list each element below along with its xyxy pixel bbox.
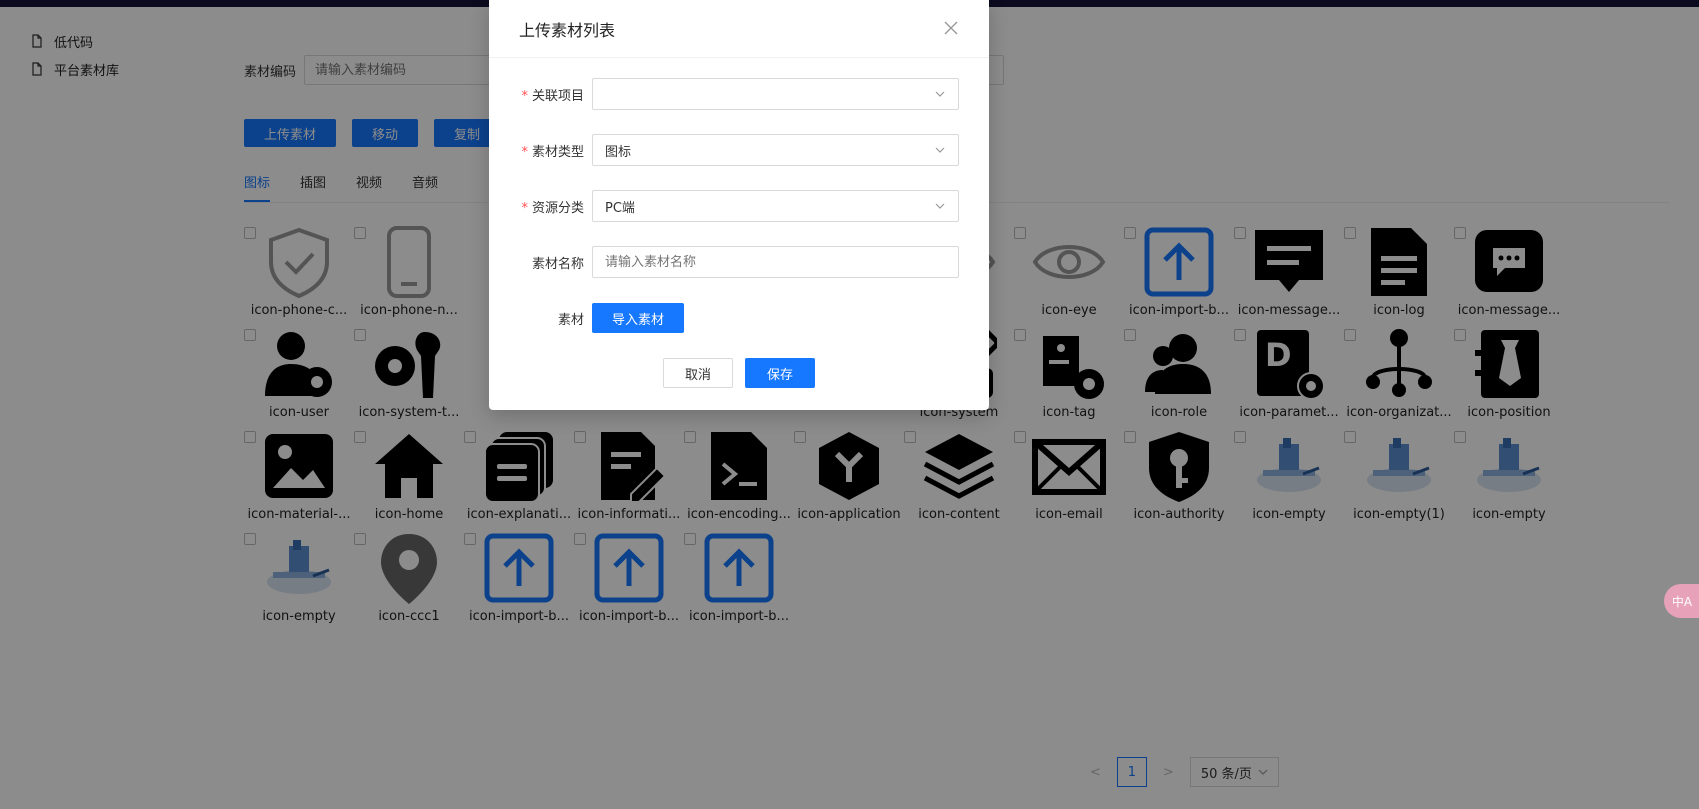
field-label: 素材名称 (531, 256, 584, 272)
field-label: 资源分类 (531, 200, 584, 216)
field-material-type: * 素材类型 图标 (489, 134, 989, 166)
project-select[interactable] (592, 78, 959, 110)
import-material-button[interactable]: 导入素材 (592, 303, 685, 333)
material-name-input[interactable] (592, 246, 959, 278)
required-mark: * (521, 144, 528, 160)
field-material-name: 素材名称 (489, 246, 989, 278)
resource-category-value: PC端 (605, 200, 635, 216)
chevron-down-icon (935, 91, 945, 97)
material-type-select[interactable]: 图标 (592, 134, 959, 166)
dialog-title: 上传素材列表 (519, 20, 616, 40)
save-button[interactable]: 保存 (745, 358, 815, 388)
field-resource-category: * 资源分类 PC端 (489, 190, 989, 222)
required-mark: * (521, 200, 528, 216)
field-project: * 关联项目 (489, 78, 989, 110)
material-type-value: 图标 (605, 144, 632, 160)
close-icon[interactable] (943, 20, 959, 36)
upload-dialog: 上传素材列表 *关联项目 *素材类型 图标 *资源分类 PC端 素材名称 素材 … (489, 0, 989, 410)
required-mark: * (521, 88, 528, 104)
field-label: 素材 (557, 312, 584, 328)
dialog-header: 上传素材列表 (489, 0, 989, 58)
field-material-file: 素材 导入素材 (489, 302, 989, 334)
dialog-footer: 取消 保存 (489, 358, 989, 388)
resource-category-select[interactable]: PC端 (592, 190, 959, 222)
cancel-button[interactable]: 取消 (663, 358, 733, 388)
chevron-down-icon (935, 203, 945, 209)
field-label: 素材类型 (531, 144, 584, 160)
chevron-down-icon (935, 147, 945, 153)
field-label: 关联项目 (531, 88, 584, 104)
translate-tool-button[interactable]: 中A (1664, 584, 1699, 618)
